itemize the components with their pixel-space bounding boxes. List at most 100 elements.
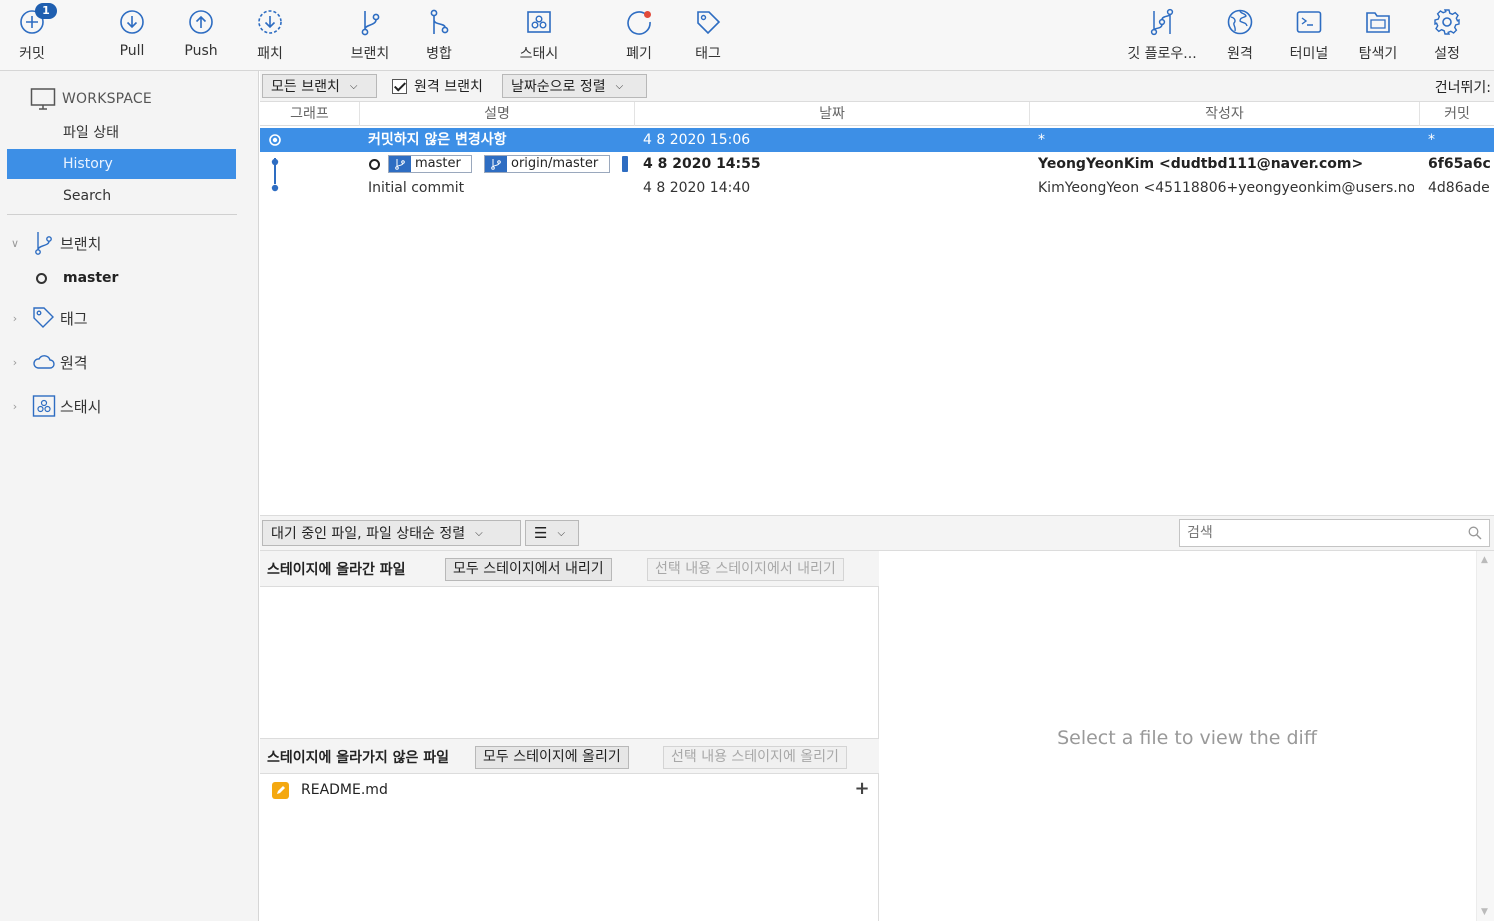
gitflow-button[interactable]: 깃 플로우... (1119, 6, 1205, 66)
settings-label: 설정 (1434, 46, 1460, 62)
patch-label: 패치 (257, 46, 283, 62)
terminal-button[interactable]: 터미널 (1274, 6, 1344, 66)
pending-files-sort-value: 대기 중인 파일, 파일 상태순 정렬 (271, 526, 466, 542)
push-label: Push (184, 43, 218, 59)
diff-scrollbar[interactable]: ▲ ▼ (1476, 551, 1494, 921)
chevron-down-icon: ⌵ (475, 527, 483, 539)
commit-button[interactable]: 1 커밋 (0, 3, 67, 66)
discard-label: 폐기 (626, 46, 652, 62)
commit-hash: * (1428, 132, 1435, 148)
list-item[interactable]: README.md + (260, 777, 879, 803)
stage-selected-button[interactable]: 선택 내용 스테이지에 올리기 (663, 746, 847, 769)
merge-label: 병합 (426, 46, 452, 62)
remotes-group-label: 원격 (60, 353, 88, 372)
commit-label: 커밋 (19, 46, 45, 62)
branch-tag-master[interactable]: master (388, 155, 472, 173)
current-branch-ring-icon (36, 272, 47, 284)
folder-icon (1364, 8, 1392, 36)
table-row[interactable]: Initial commit 4 8 2020 14:40 KimYeongYe… (260, 176, 1494, 200)
tag-icon (694, 8, 722, 36)
discard-refresh-icon (625, 8, 653, 36)
unstage-all-button[interactable]: 모두 스테이지에서 내리기 (445, 558, 612, 581)
sidebar-item-label: History (63, 156, 113, 172)
head-ring-icon (369, 159, 380, 170)
gitflow-icon (1148, 8, 1176, 36)
commit-graph (269, 134, 281, 192)
sidebar-item-history[interactable]: History (7, 149, 236, 179)
commit-plus-icon: 1 (18, 3, 57, 36)
branch-filter-value: 모든 브랜치 (271, 79, 340, 95)
chevron-right-icon: › (12, 311, 18, 325)
branch-filter-dropdown[interactable]: 모든 브랜치 ⌵ (262, 74, 377, 98)
workspace-label: WORKSPACE (62, 91, 152, 107)
remote-label: 원격 (1227, 46, 1253, 62)
remote-button[interactable]: 원격 (1205, 6, 1275, 66)
staged-files-header: 스테이지에 올라간 파일 모두 스테이지에서 내리기 선택 내용 스테이지에서 … (260, 551, 879, 587)
file-search-input[interactable] (1187, 525, 1457, 541)
remote-branches-checkbox[interactable]: 원격 브랜치 (392, 75, 483, 97)
explorer-label: 탐색기 (1358, 46, 1398, 62)
table-row[interactable]: master origin/master 4 8 2020 14:55 Yeon… (260, 152, 1494, 176)
column-header-author[interactable]: 작성자 (1030, 102, 1420, 126)
search-icon (1468, 526, 1482, 540)
column-header-graph[interactable]: 그래프 (260, 102, 360, 126)
stash-icon (525, 8, 553, 36)
sidebar-item-file-status[interactable]: 파일 상태 (7, 118, 236, 148)
checkbox-checked-icon (392, 78, 407, 94)
sidebar-group-tags[interactable]: › 태그 (8, 304, 88, 332)
more-tags-indicator (622, 156, 628, 172)
tag-button[interactable]: 태그 (673, 6, 743, 66)
gear-icon (1433, 8, 1461, 36)
settings-button[interactable]: 설정 (1412, 6, 1482, 66)
table-row[interactable]: 커밋하지 않은 변경사항 4 8 2020 15:06 * * (260, 128, 1494, 152)
branches-group-label: 브랜치 (60, 234, 102, 253)
monitor-icon (30, 88, 56, 110)
sidebar: WORKSPACE 파일 상태 History Search ∨ 브랜치 mas… (0, 71, 259, 921)
column-header-description[interactable]: 설명 (360, 102, 635, 126)
gitflow-label: 깃 플로우... (1127, 46, 1197, 62)
modified-file-icon (272, 781, 289, 799)
sidebar-item-search[interactable]: Search (7, 181, 236, 211)
pull-label: Pull (119, 43, 145, 59)
stash-button[interactable]: 스태시 (504, 6, 574, 66)
sidebar-group-branches[interactable]: ∨ 브랜치 (8, 229, 101, 257)
patch-button[interactable]: 패치 (235, 6, 305, 66)
branch-icon (35, 232, 52, 255)
branch-tag-origin-master[interactable]: origin/master (484, 155, 610, 173)
cloud-icon (33, 355, 55, 369)
commit-date: 4 8 2020 14:40 (643, 180, 751, 196)
discard-button[interactable]: 폐기 (604, 6, 674, 66)
pull-button[interactable]: Pull (97, 6, 167, 66)
graph-node-uncommitted-center (272, 137, 278, 143)
column-header-commit[interactable]: 커밋 (1420, 102, 1494, 126)
stash-label: 스태시 (519, 46, 559, 62)
unstage-selected-button[interactable]: 선택 내용 스테이지에서 내리기 (647, 558, 844, 581)
list-icon: ☰ (534, 524, 548, 542)
column-header-date[interactable]: 날짜 (635, 102, 1030, 126)
stage-file-plus-icon[interactable]: + (853, 780, 871, 799)
pull-arrow-down-icon (118, 8, 146, 36)
diff-pane: Select a file to view the diff ▲ ▼ (880, 551, 1494, 921)
history-table-header: 그래프 설명 날짜 작성자 커밋 (260, 102, 1494, 126)
sidebar-item-label: Search (63, 188, 112, 204)
stash-icon (32, 395, 56, 417)
pending-files-sort-dropdown[interactable]: 대기 중인 파일, 파일 상태순 정렬 ⌵ (262, 520, 521, 546)
stashes-group-label: 스태시 (60, 397, 102, 416)
tag-icon (33, 307, 54, 328)
branch-button[interactable]: 브랜치 (335, 6, 405, 66)
workspace-header: WORKSPACE (30, 87, 152, 111)
scroll-down-icon[interactable]: ▼ (1481, 907, 1488, 917)
view-mode-dropdown[interactable]: ☰ ⌵ (525, 520, 579, 546)
sort-order-dropdown[interactable]: 날짜순으로 정렬 ⌵ (502, 74, 647, 98)
sidebar-group-remotes[interactable]: › 원격 (8, 348, 88, 376)
chevron-right-icon: › (12, 399, 18, 413)
scroll-up-icon[interactable]: ▲ (1481, 555, 1488, 565)
sidebar-branch-master[interactable]: master (36, 267, 118, 289)
merge-button[interactable]: 병합 (404, 6, 474, 66)
push-button[interactable]: Push (166, 6, 236, 66)
sidebar-group-stashes[interactable]: › 스태시 (8, 392, 101, 420)
file-search-box[interactable] (1179, 519, 1490, 547)
explorer-button[interactable]: 탐색기 (1343, 6, 1413, 66)
push-arrow-up-icon (187, 8, 215, 36)
stage-all-button[interactable]: 모두 스테이지에 올리기 (475, 746, 629, 769)
